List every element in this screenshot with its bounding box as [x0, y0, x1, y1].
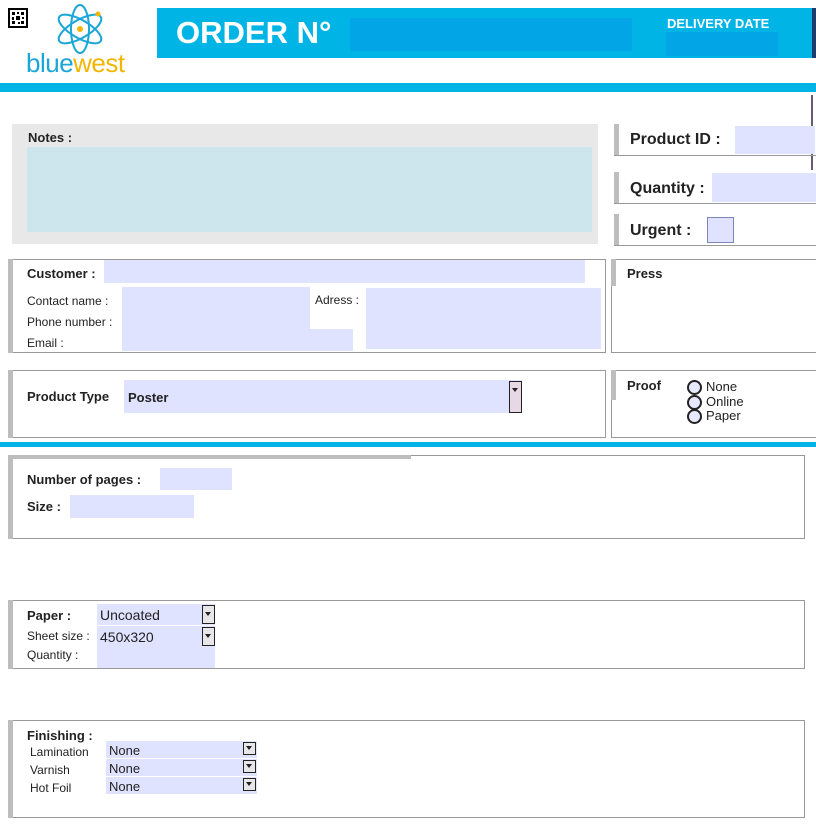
product-type-bar — [8, 370, 13, 438]
proof-label: Proof — [627, 378, 661, 393]
sheet-size-dropdown-arrow-icon[interactable] — [202, 627, 215, 646]
product-type-value: Poster — [128, 390, 169, 405]
contact-name-field[interactable] — [122, 287, 310, 308]
address-field[interactable] — [366, 288, 601, 349]
notes-field[interactable] — [27, 147, 592, 232]
proof-bar — [611, 370, 616, 400]
contact-name-label: Contact name : — [27, 294, 109, 308]
paper-dropdown-arrow-icon[interactable] — [202, 605, 215, 624]
section-divider — [0, 442, 816, 447]
sheet-size-label: Sheet size : — [27, 629, 90, 643]
quantity-bar — [614, 172, 619, 204]
size-field[interactable] — [70, 495, 194, 518]
pages-size-top-bar — [8, 455, 411, 459]
notes-label: Notes : — [28, 130, 73, 145]
urgent-label: Urgent : — [630, 222, 692, 239]
quantity-field[interactable] — [712, 173, 816, 202]
paper-quantity-field[interactable] — [97, 647, 215, 668]
proof-option-online: Online — [706, 394, 744, 409]
delivery-date-field[interactable] — [666, 32, 778, 56]
sheet-size-value: 450x320 — [100, 629, 154, 645]
urgent-checkbox[interactable] — [707, 217, 734, 243]
proof-option-none: None — [706, 379, 738, 394]
pages-size-bar — [8, 455, 13, 539]
proof-option-paper: Paper — [706, 408, 741, 423]
logo-wordmark: bluewest — [26, 48, 125, 79]
header-right-edge — [812, 8, 816, 58]
product-type-dropdown[interactable] — [124, 380, 522, 413]
press-bar — [611, 259, 616, 286]
logo-text-blue: blue — [26, 48, 74, 78]
atom-logo-icon — [57, 4, 103, 54]
proof-radio-paper[interactable] — [687, 409, 702, 424]
phone-number-label: Phone number : — [27, 315, 113, 329]
logo-text-yellow: west — [73, 48, 125, 78]
finishing-bar — [8, 720, 13, 818]
lamination-label: Lamination — [30, 745, 89, 759]
hot-foil-label: Hot Foil — [30, 781, 72, 795]
order-number-field[interactable] — [350, 18, 632, 51]
product-id-label: Product ID : — [630, 131, 721, 148]
paper-label: Paper : — [27, 608, 72, 623]
quantity-line — [614, 203, 816, 204]
bluewest-logo: bluewest — [24, 4, 144, 78]
email-label: Email : — [27, 336, 64, 350]
urgent-bar — [614, 214, 619, 246]
product-type-dropdown-arrow-icon[interactable] — [509, 381, 522, 413]
varnish-dropdown-arrow-icon[interactable] — [243, 760, 256, 773]
press-label: Press — [627, 266, 663, 281]
urgent-line — [614, 245, 816, 246]
paper-value: Uncoated — [100, 607, 160, 623]
customer-field[interactable] — [104, 260, 585, 283]
proof-radio-online[interactable] — [687, 395, 702, 410]
proof-radio-none[interactable] — [687, 380, 702, 395]
customer-bar — [8, 259, 13, 353]
address-label: Adress : — [315, 293, 360, 307]
paper-bar — [8, 600, 13, 669]
quantity-label: Quantity : — [630, 180, 705, 197]
product-type-label: Product Type — [27, 389, 110, 404]
varnish-label: Varnish — [30, 763, 70, 777]
pages-label: Number of pages : — [27, 472, 142, 487]
phone-number-field[interactable] — [122, 308, 310, 329]
pages-field[interactable] — [160, 468, 232, 490]
header-divider — [0, 83, 816, 92]
size-label: Size : — [27, 499, 61, 514]
product-id-line — [614, 155, 816, 156]
lamination-dropdown-arrow-icon[interactable] — [243, 742, 256, 755]
product-id-bar — [614, 124, 619, 156]
finishing-label: Finishing : — [27, 728, 93, 743]
email-field[interactable] — [122, 329, 353, 351]
order-label: ORDER N° — [176, 15, 332, 50]
lamination-value: None — [109, 743, 141, 758]
customer-label: Customer : — [27, 266, 96, 281]
paper-quantity-label: Quantity : — [27, 648, 79, 662]
varnish-value: None — [109, 761, 141, 776]
delivery-date-label: DELIVERY DATE — [667, 16, 770, 31]
product-id-field[interactable] — [735, 126, 815, 154]
hot-foil-dropdown-arrow-icon[interactable] — [243, 778, 256, 791]
hot-foil-value: None — [109, 779, 141, 794]
